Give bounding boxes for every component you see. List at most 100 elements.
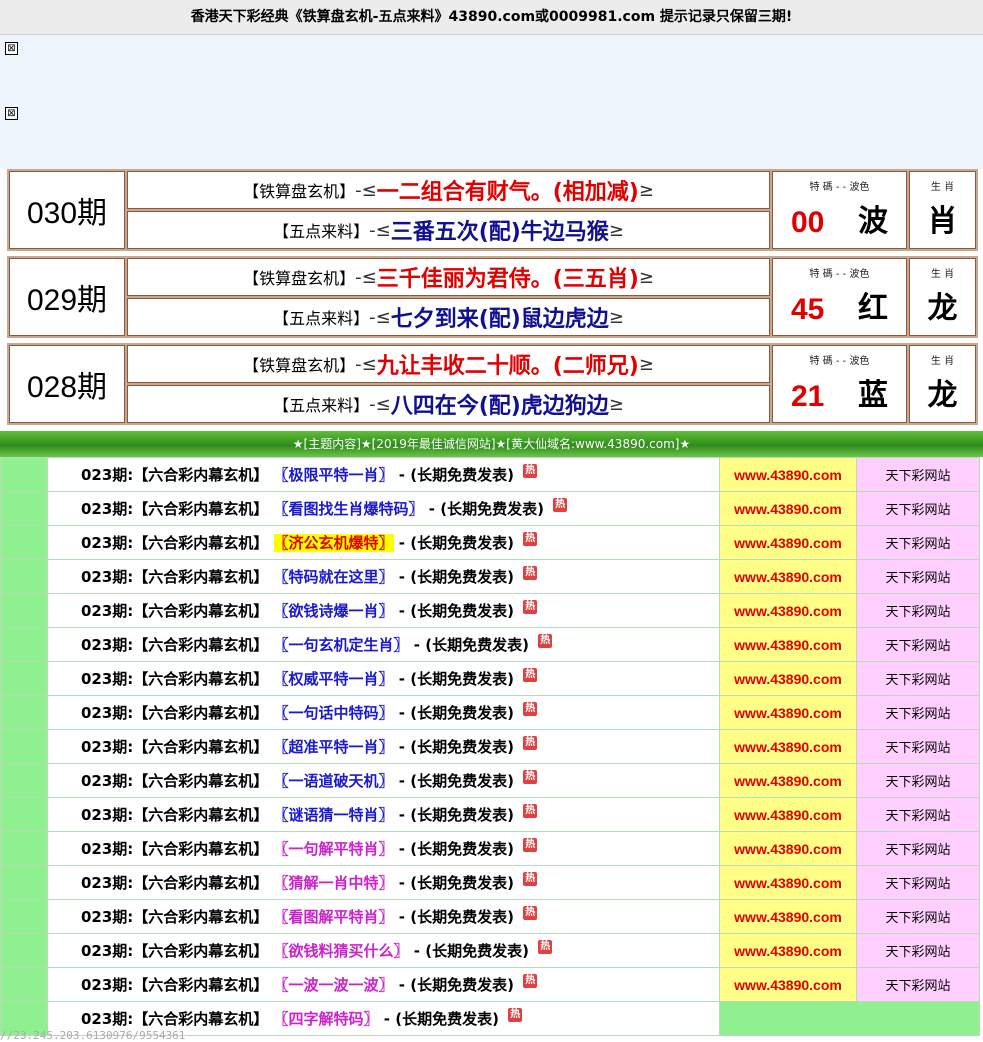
row-prefix: 023期:【六合彩内幕玄机】 — [81, 772, 269, 790]
row-content: 023期:【六合彩内幕玄机】 〖欲钱料猜买什么〗 - (长期免费发表) 热 — [47, 933, 720, 968]
row-marker — [0, 627, 48, 662]
site-name[interactable]: 天下彩网站 — [856, 559, 980, 594]
article-link[interactable]: 〖极限平特一肖〗 — [274, 466, 394, 484]
site-name[interactable]: 天下彩网站 — [856, 593, 980, 628]
article-link[interactable]: 〖猜解一肖中特〗 — [274, 874, 394, 892]
number-caption: 特 碼 - - 波色 — [809, 269, 870, 280]
special-number-cell: 特 碼 - - 波色 21 蓝 — [772, 345, 907, 423]
article-link[interactable]: 〖超准平特一肖〗 — [274, 738, 394, 756]
site-name[interactable]: 天下彩网站 — [856, 763, 980, 798]
row-content: 023期:【六合彩内幕玄机】 〖权威平特一肖〗 - (长期免费发表) 热 — [47, 661, 720, 696]
hot-icon: 热 — [523, 464, 538, 478]
zodiac-caption: 生 肖 — [930, 269, 955, 280]
article-link[interactable]: 〖一句玄机定生肖〗 — [274, 636, 409, 654]
site-link[interactable]: www.43890.com — [719, 797, 857, 832]
row-content: 023期:【六合彩内幕玄机】 〖一句解平特肖〗 - (长期免费发表) 热 — [47, 831, 720, 866]
article-link[interactable]: 〖一句话中特码〗 — [274, 704, 394, 722]
image-banner-area: ⊠ ⊠ — [0, 35, 983, 169]
article-link[interactable]: 〖济公玄机爆特〗 — [273, 534, 394, 552]
article-link[interactable]: 〖特码就在这里〗 — [274, 568, 394, 586]
site-link[interactable]: www.43890.com — [719, 491, 857, 526]
site-link[interactable]: www.43890.com — [719, 695, 857, 730]
article-link[interactable]: 〖看图找生肖爆特码〗 — [274, 500, 424, 518]
zodiac-cell: 生 肖 肖 — [909, 171, 976, 249]
row-marker — [0, 763, 48, 798]
row-suffix: - (长期免费发表) — [398, 534, 514, 552]
broken-image-icon[interactable]: ⊠ — [5, 107, 18, 120]
table-row: 023期:【六合彩内幕玄机】 〖济公玄机爆特〗 - (长期免费发表) 热 www… — [0, 525, 980, 560]
site-name[interactable]: 天下彩网站 — [856, 831, 980, 866]
site-name[interactable]: 天下彩网站 — [856, 865, 980, 900]
riddle-line: 【铁算盘玄机】 - ≤ 九让丰收二十顺。(二师兄) ≥ — [127, 345, 770, 383]
zodiac-caption: 生 肖 — [930, 356, 955, 367]
article-link[interactable]: 〖一波一波一波〗 — [274, 976, 394, 994]
site-name[interactable]: 天下彩网站 — [856, 627, 980, 662]
ip-stamp: //23.245.203.6130976/9554361 — [0, 1029, 186, 1042]
row-prefix: 023期:【六合彩内幕玄机】 — [81, 976, 269, 994]
site-name[interactable]: 天下彩网站 — [856, 899, 980, 934]
special-number: 00 — [791, 206, 825, 239]
hot-icon: 热 — [523, 736, 538, 750]
article-link[interactable]: 〖一语道破天机〗 — [274, 772, 394, 790]
table-row: 023期:【六合彩内幕玄机】 〖谜语猜一特肖〗 - (长期免费发表) 热 www… — [0, 797, 980, 832]
table-row: 023期:【六合彩内幕玄机】 〖欲钱诗爆一肖〗 - (长期免费发表) 热 www… — [0, 593, 980, 628]
site-link[interactable]: www.43890.com — [719, 831, 857, 866]
row-content: 023期:【六合彩内幕玄机】 〖特码就在这里〗 - (长期免费发表) 热 — [47, 559, 720, 594]
site-link[interactable]: www.43890.com — [719, 457, 857, 492]
article-link[interactable]: 〖看图解平特肖〗 — [274, 908, 394, 926]
table-row: 023期:【六合彩内幕玄机】 〖特码就在这里〗 - (长期免费发表) 热 www… — [0, 559, 980, 594]
row-content: 023期:【六合彩内幕玄机】 〖谜语猜一特肖〗 - (长期免费发表) 热 — [47, 797, 720, 832]
row-suffix: - (长期免费发表) — [413, 636, 529, 654]
angle-open: ≤ — [361, 179, 377, 201]
site-name[interactable]: 天下彩网站 — [856, 661, 980, 696]
table-row: 023期:【六合彩内幕玄机】 〖看图解平特肖〗 - (长期免费发表) 热 www… — [0, 899, 980, 934]
site-link[interactable]: www.43890.com — [719, 899, 857, 934]
broken-image-icon[interactable]: ⊠ — [5, 42, 18, 55]
row-suffix: - (长期免费发表) — [398, 466, 514, 484]
article-link[interactable]: 〖欲钱料猜买什么〗 — [274, 942, 409, 960]
site-link[interactable]: www.43890.com — [719, 559, 857, 594]
row-content: 023期:【六合彩内幕玄机】 〖超准平特一肖〗 - (长期免费发表) 热 — [47, 729, 720, 764]
row-prefix: 023期:【六合彩内幕玄机】 — [81, 908, 269, 926]
site-link[interactable]: www.43890.com — [719, 933, 857, 968]
table-row: 023期:【六合彩内幕玄机】 〖超准平特一肖〗 - (长期免费发表) 热 www… — [0, 729, 980, 764]
site-link[interactable]: www.43890.com — [719, 729, 857, 764]
site-link[interactable]: www.43890.com — [719, 593, 857, 628]
row-suffix: - (长期免费发表) — [398, 568, 514, 586]
hot-icon: 热 — [523, 872, 538, 886]
site-name[interactable]: 天下彩网站 — [856, 457, 980, 492]
site-link[interactable]: www.43890.com — [719, 627, 857, 662]
site-link[interactable]: www.43890.com — [719, 763, 857, 798]
article-link[interactable]: 〖谜语猜一特肖〗 — [274, 806, 394, 824]
site-link[interactable]: www.43890.com — [719, 525, 857, 560]
site-link[interactable]: www.43890.com — [719, 865, 857, 900]
site-name[interactable]: 天下彩网站 — [856, 933, 980, 968]
special-number-cell: 特 碼 - - 波色 45 红 — [772, 258, 907, 336]
article-link[interactable]: 〖权威平特一肖〗 — [274, 670, 394, 688]
hot-icon: 热 — [538, 634, 553, 648]
hot-icon: 热 — [538, 940, 553, 954]
site-name[interactable]: 天下彩网站 — [856, 525, 980, 560]
site-link[interactable]: www.43890.com — [719, 661, 857, 696]
riddle-line: 【铁算盘玄机】 - ≤ 三千佳丽为君侍。(三五肖) ≥ — [127, 258, 770, 296]
article-link[interactable]: 〖欲钱诗爆一肖〗 — [274, 602, 394, 620]
article-link[interactable]: 〖四字解特码〗 — [274, 1010, 379, 1028]
row-prefix: 023期:【六合彩内幕玄机】 — [81, 670, 269, 688]
site-name[interactable]: 天下彩网站 — [856, 729, 980, 764]
site-name[interactable]: 天下彩网站 — [856, 695, 980, 730]
site-link[interactable]: www.43890.com — [719, 967, 857, 1002]
row-marker — [0, 797, 48, 832]
row-content: 023期:【六合彩内幕玄机】 〖一句话中特码〗 - (长期免费发表) 热 — [47, 695, 720, 730]
row-suffix: - (长期免费发表) — [398, 976, 514, 994]
period-number: 030期 — [9, 171, 125, 249]
row-content: 023期:【六合彩内幕玄机】 〖一语道破天机〗 - (长期免费发表) 热 — [47, 763, 720, 798]
site-name[interactable]: 天下彩网站 — [856, 797, 980, 832]
table-row: 023期:【六合彩内幕玄机】 〖一句解平特肖〗 - (长期免费发表) 热 www… — [0, 831, 980, 866]
site-name[interactable]: 天下彩网站 — [856, 491, 980, 526]
special-number: 21 — [791, 380, 825, 413]
row-marker — [0, 559, 48, 594]
site-name[interactable]: 天下彩网站 — [856, 967, 980, 1002]
row-marker — [0, 933, 48, 968]
article-link[interactable]: 〖一句解平特肖〗 — [274, 840, 394, 858]
hot-icon: 热 — [523, 532, 538, 546]
